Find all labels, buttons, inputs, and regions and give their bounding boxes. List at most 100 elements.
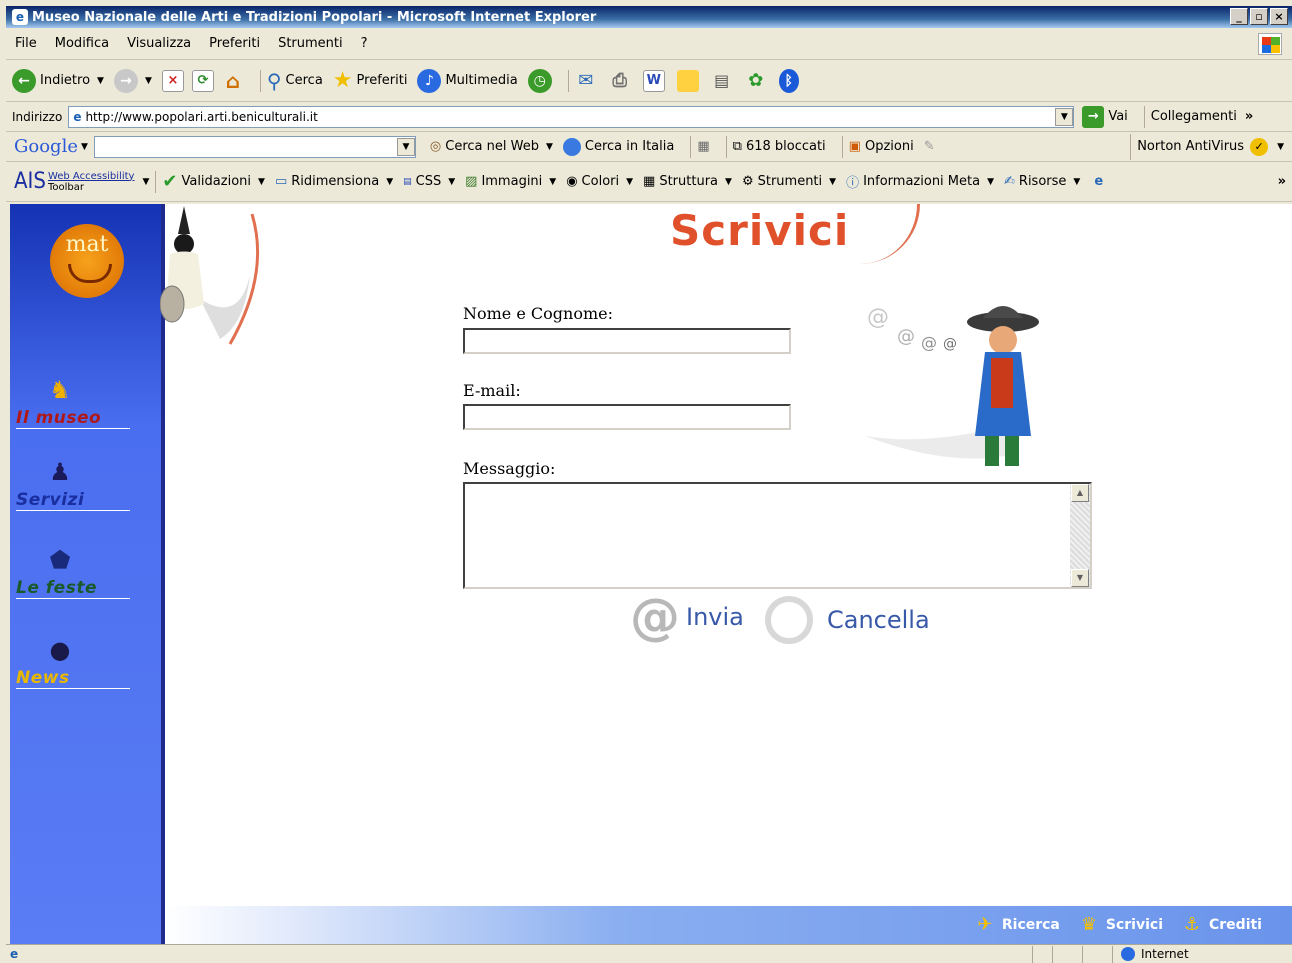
page-status-icon: e — [10, 947, 19, 961]
edit-icon[interactable]: W — [642, 69, 665, 92]
ridimensiona-label: Ridimensiona — [291, 174, 380, 189]
close-button[interactable]: × — [1270, 8, 1288, 25]
research-icon[interactable]: ▤ — [711, 70, 733, 92]
mail-icon[interactable]: ✉ — [575, 70, 597, 92]
footer-nav: ✈ Ricerca ♛ Scrivici ⚓ Crediti — [165, 906, 1292, 944]
struttura-menu[interactable]: ▦ Struttura ▼ — [643, 174, 732, 189]
menu-preferiti[interactable]: Preferiti — [200, 36, 269, 51]
struttura-label: Struttura — [659, 174, 719, 189]
options-label: Opzioni — [864, 139, 914, 154]
google-dropdown-icon[interactable]: ▼ — [396, 137, 415, 156]
stop-icon[interactable]: × — [161, 69, 184, 92]
history-icon[interactable]: ◷ — [527, 68, 552, 93]
colori-menu[interactable]: ◉ Colori ▼ — [566, 174, 633, 189]
menu-modifica[interactable]: Modifica — [46, 36, 118, 51]
address-input[interactable]: e http://www.popolari.arti.beniculturali… — [68, 105, 1075, 128]
reset-button[interactable]: Cancella — [765, 596, 930, 644]
at-sign-icon: @ — [630, 588, 680, 646]
menu-strumenti[interactable]: Strumenti — [269, 36, 352, 51]
nav-le-feste[interactable]: ⬟ Le feste — [16, 542, 130, 599]
nav-servizi-label: Servizi — [16, 490, 85, 510]
status-pane — [1052, 945, 1082, 963]
footer-ricerca-link[interactable]: ✈ Ricerca — [974, 914, 1060, 936]
browser-window: e Museo Nazionale delle Arti e Tradizion… — [0, 0, 1292, 963]
options-icon: ▣ — [848, 139, 861, 154]
links-label[interactable]: Collegamenti — [1151, 109, 1237, 124]
search-label: Cerca — [285, 73, 323, 88]
footer-crediti-link[interactable]: ⚓ Crediti — [1181, 914, 1262, 936]
trophy-icon: ♛ — [1080, 914, 1097, 935]
name-input[interactable] — [463, 328, 791, 354]
scroll-down-icon[interactable]: ▼ — [1071, 569, 1089, 587]
menu-bar: File Modifica Visualizza Preferiti Strum… — [6, 28, 1292, 60]
back-arrow-icon: ← — [12, 68, 36, 93]
svg-text:@: @ — [867, 305, 889, 330]
maximize-button[interactable]: ▫ — [1250, 8, 1268, 25]
footer-scrivici-label: Scrivici — [1105, 917, 1163, 933]
museum-logo[interactable]: mat — [50, 224, 124, 298]
search-web-label: Cerca nel Web — [445, 139, 539, 154]
note-icon[interactable] — [676, 69, 699, 92]
ie-small-icon[interactable]: e — [1094, 174, 1103, 189]
image-icon: ▨ — [465, 174, 478, 189]
reset-circle-icon — [765, 596, 813, 644]
address-url: http://www.popolari.arti.beniculturali.i… — [85, 109, 318, 124]
pentagon-icon: ⬟ — [49, 546, 71, 574]
menu-file[interactable]: File — [6, 36, 46, 51]
refresh-icon[interactable]: ⟳ — [191, 69, 214, 92]
pagerank-icon[interactable]: ▦ — [697, 139, 709, 154]
strumenti-menu[interactable]: ⚙ Strumenti ▼ — [742, 174, 836, 189]
search-italy-button[interactable]: Cerca in Italia — [562, 137, 674, 156]
window-title: Museo Nazionale delle Arti e Tradizioni … — [32, 9, 597, 25]
sidebar: mat ♞ Il museo ♟ Servizi ⬟ Le feste ● Ne… — [10, 204, 165, 944]
media-button[interactable]: ♪ Multimedia — [417, 68, 518, 93]
address-dropdown-icon[interactable]: ▼ — [1055, 107, 1074, 126]
nav-il-museo[interactable]: ♞ Il museo — [16, 372, 130, 429]
search-web-button[interactable]: ◎ Cerca nel Web ▼ — [430, 139, 553, 154]
css-menu[interactable]: ▤ CSS ▼ — [403, 174, 455, 189]
minimize-button[interactable]: _ — [1230, 8, 1248, 25]
svg-text:@: @ — [897, 326, 915, 347]
message-scrollbar[interactable]: ▲ ▼ — [1070, 484, 1090, 587]
ridimensiona-menu[interactable]: ▭ Ridimensiona ▼ — [275, 174, 393, 189]
email-input[interactable] — [463, 404, 791, 430]
star-icon: ★ — [332, 68, 353, 93]
informazioni-meta-menu[interactable]: ⓘ Informazioni Meta ▼ — [846, 172, 994, 191]
menu-visualizza[interactable]: Visualizza — [118, 36, 200, 51]
search-button[interactable]: ⚲ Cerca — [267, 69, 323, 93]
page-title: Scrivici — [670, 206, 850, 255]
favorites-button[interactable]: ★ Preferiti — [333, 68, 408, 93]
bluetooth-icon[interactable]: ᛒ — [778, 68, 799, 93]
toolbar-overflow-icon[interactable]: » — [1278, 174, 1286, 189]
options-button[interactable]: ▣ Opzioni — [849, 139, 914, 154]
footer-scrivici-link[interactable]: ♛ Scrivici — [1078, 914, 1163, 936]
google-search-input[interactable]: ▼ — [93, 135, 416, 158]
risorse-menu[interactable]: ✍ Risorse ▼ — [1004, 174, 1080, 189]
nav-servizi[interactable]: ♟ Servizi — [16, 454, 130, 511]
chevron-right-icon[interactable]: » — [1245, 109, 1253, 124]
ais-title-top: Web Accessibility — [47, 170, 135, 182]
norton-icon: ✓ — [1250, 137, 1269, 156]
popup-blocker-button[interactable]: ⧉ 618 bloccati — [733, 139, 826, 154]
print-icon[interactable]: ⎙ — [609, 70, 631, 92]
google-toolbar: Google ▼ ▼ ◎ Cerca nel Web ▼ Cerca in Ital… — [6, 132, 1292, 162]
resources-icon: ✍ — [1004, 174, 1015, 189]
immagini-menu[interactable]: ▨ Immagini ▼ — [465, 174, 556, 189]
forward-button[interactable]: → ▼ — [113, 68, 152, 93]
message-textarea[interactable]: ▲ ▼ — [463, 482, 1092, 589]
nav-news[interactable]: ● News — [16, 632, 130, 689]
go-button[interactable]: → Vai — [1082, 105, 1128, 128]
highlighter-icon[interactable]: ✎ — [924, 139, 935, 154]
scroll-up-icon[interactable]: ▲ — [1071, 484, 1089, 502]
go-arrow-icon: → — [1082, 105, 1105, 128]
back-button[interactable]: ← Indietro ▼ — [12, 68, 104, 93]
validazioni-menu[interactable]: ✔ Validazioni ▼ — [162, 171, 265, 192]
messenger-icon[interactable]: ✿ — [745, 70, 767, 92]
norton-button[interactable]: Norton AntiVirus ✓ ▼ — [1130, 133, 1292, 160]
risorse-label: Risorse — [1018, 174, 1067, 189]
submit-button[interactable]: @ Invia — [630, 592, 744, 642]
media-icon: ♪ — [417, 68, 442, 93]
home-icon[interactable]: ⌂ — [222, 69, 244, 93]
menu-help[interactable]: ? — [352, 36, 377, 51]
globe-icon — [562, 137, 581, 156]
